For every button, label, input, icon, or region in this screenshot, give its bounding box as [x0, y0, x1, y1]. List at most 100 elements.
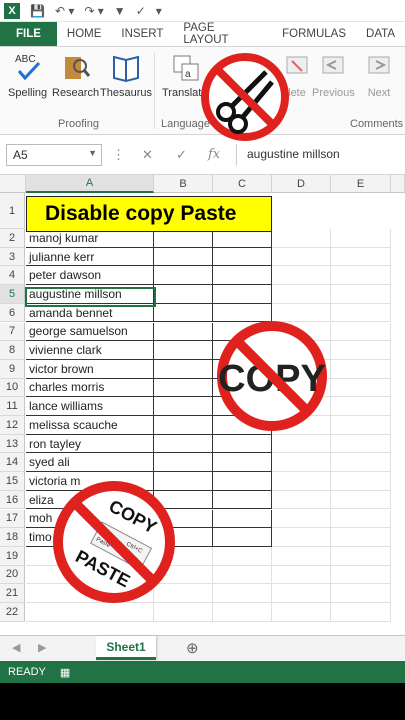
- sheet-tab-sheet1[interactable]: Sheet1: [96, 636, 156, 660]
- cell[interactable]: [331, 603, 391, 622]
- select-all-corner[interactable]: [0, 175, 26, 193]
- cell[interactable]: [154, 266, 213, 286]
- cell[interactable]: [213, 584, 272, 603]
- cell[interactable]: [331, 565, 391, 585]
- undo-icon[interactable]: ↶ ▾: [55, 4, 74, 18]
- cell[interactable]: [154, 378, 213, 398]
- cell[interactable]: [331, 247, 391, 267]
- cell[interactable]: [154, 247, 213, 267]
- cell[interactable]: [272, 472, 331, 491]
- row-header-18[interactable]: 18: [0, 528, 25, 547]
- tab-formulas[interactable]: FORMULAS: [272, 22, 356, 46]
- cell[interactable]: [213, 603, 272, 622]
- cell[interactable]: [272, 546, 331, 566]
- cell-name[interactable]: vivienne clark: [26, 341, 154, 360]
- cell[interactable]: [213, 565, 272, 585]
- column-header-b[interactable]: B: [154, 175, 213, 193]
- row-header-15[interactable]: 15: [0, 472, 25, 491]
- cell-name[interactable]: peter dawson: [26, 266, 154, 286]
- cell-name[interactable]: melissa scauche: [26, 416, 154, 435]
- cell-name[interactable]: ron tayley: [26, 434, 154, 454]
- cell[interactable]: [154, 303, 213, 323]
- column-header-f[interactable]: [391, 175, 405, 193]
- cell[interactable]: [154, 341, 213, 360]
- cell[interactable]: [272, 247, 331, 267]
- cell-name[interactable]: victor brown: [26, 359, 154, 379]
- enter-icon[interactable]: ✓: [176, 147, 187, 163]
- name-box-dropdown-icon[interactable]: ▼: [88, 148, 97, 158]
- cell[interactable]: [272, 490, 331, 510]
- spelling-button[interactable]: ABC Spelling: [8, 51, 47, 99]
- new-sheet-icon[interactable]: ⊕: [186, 639, 199, 657]
- row-header-1[interactable]: 1: [0, 193, 25, 229]
- cell[interactable]: [154, 416, 213, 435]
- row-header-4[interactable]: 4: [0, 266, 25, 286]
- cell[interactable]: [331, 229, 391, 248]
- cell[interactable]: [213, 247, 272, 267]
- row-header-10[interactable]: 10: [0, 378, 25, 398]
- formula-input[interactable]: augustine millson: [236, 144, 405, 166]
- row-header-13[interactable]: 13: [0, 434, 25, 454]
- cell-name[interactable]: charles morris: [26, 378, 154, 398]
- cell[interactable]: [154, 359, 213, 379]
- cell[interactable]: [272, 528, 331, 547]
- row-header-5[interactable]: 5: [0, 285, 25, 304]
- row-header-14[interactable]: 14: [0, 453, 25, 473]
- cell-name[interactable]: george samuelson: [26, 322, 154, 342]
- cell[interactable]: [272, 565, 331, 585]
- cell[interactable]: [154, 285, 213, 304]
- row-header-19[interactable]: 19: [0, 546, 25, 566]
- cell[interactable]: [331, 397, 391, 416]
- cell-name[interactable]: augustine millson: [26, 285, 154, 304]
- tab-page-layout[interactable]: PAGE LAYOUT: [173, 22, 272, 46]
- cell[interactable]: [331, 546, 391, 566]
- cell[interactable]: [331, 453, 391, 473]
- row-header-7[interactable]: 7: [0, 322, 25, 342]
- column-header-e[interactable]: E: [331, 175, 391, 193]
- cell[interactable]: [213, 528, 272, 547]
- column-header-a[interactable]: A: [26, 175, 154, 193]
- cell[interactable]: [154, 397, 213, 416]
- cell[interactable]: [272, 584, 331, 603]
- next-comment-button[interactable]: Next: [364, 51, 394, 99]
- row-header-6[interactable]: 6: [0, 303, 25, 323]
- filter-icon[interactable]: ▼: [114, 4, 126, 18]
- cell[interactable]: [213, 472, 272, 491]
- redo-icon[interactable]: ↷ ▾: [84, 4, 103, 18]
- cell[interactable]: [331, 322, 391, 342]
- cell[interactable]: [272, 285, 331, 304]
- cell[interactable]: [213, 509, 272, 529]
- row-header-8[interactable]: 8: [0, 341, 25, 360]
- cell[interactable]: [154, 453, 213, 473]
- tab-file[interactable]: FILE: [0, 22, 57, 46]
- scroll-left-icon[interactable]: ◀: [12, 641, 20, 654]
- cell[interactable]: [213, 490, 272, 510]
- thesaurus-button[interactable]: Thesaurus: [100, 51, 152, 99]
- cell[interactable]: [331, 584, 391, 603]
- cancel-icon[interactable]: ✕: [142, 147, 153, 163]
- row-header-11[interactable]: 11: [0, 397, 25, 416]
- spelling-small-icon[interactable]: ✓: [136, 4, 146, 18]
- cell[interactable]: [331, 378, 391, 398]
- cell[interactable]: [272, 266, 331, 286]
- cell[interactable]: [331, 359, 391, 379]
- row-header-12[interactable]: 12: [0, 416, 25, 435]
- cell[interactable]: [331, 285, 391, 304]
- row-header-2[interactable]: 2: [0, 229, 25, 248]
- scroll-right-icon[interactable]: ▶: [38, 641, 46, 654]
- cell[interactable]: [272, 603, 331, 622]
- tab-home[interactable]: HOME: [57, 22, 112, 46]
- title-cell[interactable]: Disable copy Paste: [26, 196, 272, 232]
- cell[interactable]: [272, 229, 331, 248]
- row-header-20[interactable]: 20: [0, 565, 25, 585]
- row-header-3[interactable]: 3: [0, 247, 25, 267]
- cell[interactable]: [272, 453, 331, 473]
- cell[interactable]: [154, 322, 213, 342]
- cell[interactable]: [331, 509, 391, 529]
- cell[interactable]: [331, 416, 391, 435]
- name-box[interactable]: A5 ▼: [6, 144, 102, 166]
- cell[interactable]: [331, 303, 391, 323]
- column-header-c[interactable]: C: [213, 175, 272, 193]
- tab-data[interactable]: DATA: [356, 22, 405, 46]
- cell[interactable]: [331, 490, 391, 510]
